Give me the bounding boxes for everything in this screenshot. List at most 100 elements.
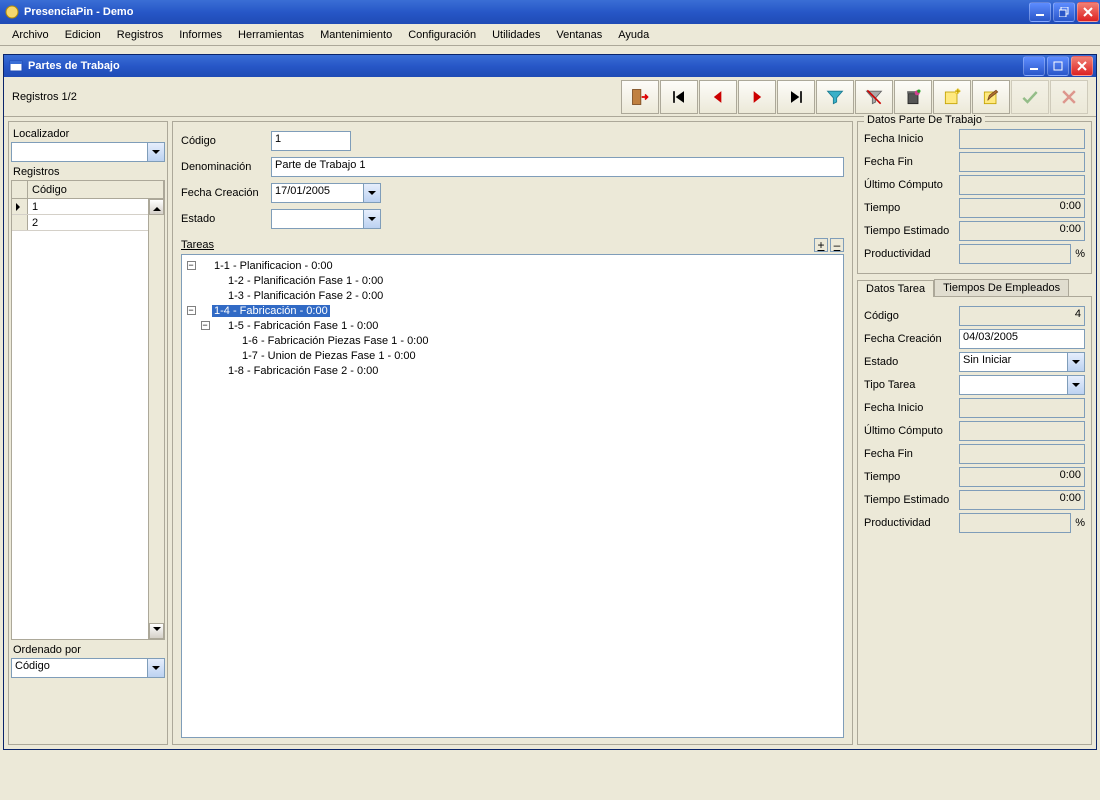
grid-row[interactable]: 1 [12, 199, 164, 215]
remove-task-button[interactable]: – [830, 238, 844, 252]
grid-row[interactable]: 2 [12, 215, 164, 231]
t-tiempo-label: Tiempo [864, 471, 959, 483]
pt-prod [959, 244, 1071, 264]
tasks-tree[interactable]: − 1-1 - Planificacion - 0:00 1-2 - Planifi… [181, 254, 844, 738]
menu-ayuda[interactable]: Ayuda [610, 27, 657, 43]
grid-scrollbar[interactable] [148, 199, 164, 639]
tree-node[interactable]: − 1-1 - Planificacion - 0:00 [184, 258, 841, 273]
tree-node[interactable]: 1-7 - Union de Piezas Fase 1 - 0:00 [184, 348, 841, 363]
t-codigo: 4 [959, 306, 1085, 326]
minimize-button[interactable] [1029, 2, 1051, 22]
estado-label: Estado [181, 213, 271, 225]
tree-node[interactable]: − 1-4 - Fabricación - 0:00 [184, 303, 841, 318]
scroll-down-icon[interactable] [149, 623, 164, 639]
menu-utilidades[interactable]: Utilidades [484, 27, 548, 43]
collapse-icon[interactable]: − [187, 261, 196, 270]
tree-node-label[interactable]: 1-3 - Planificación Fase 2 - 0:00 [226, 290, 385, 302]
add-task-button[interactable]: + [814, 238, 828, 252]
locator-combo[interactable] [11, 142, 165, 162]
tree-node-label[interactable]: 1-8 - Fabricación Fase 2 - 0:00 [226, 365, 380, 377]
tree-node-label[interactable]: 1-7 - Union de Piezas Fase 1 - 0:00 [240, 350, 418, 362]
t-tipo-combo[interactable] [959, 375, 1085, 395]
collapse-icon[interactable]: − [201, 321, 210, 330]
first-record-button[interactable] [660, 80, 698, 114]
mdi-title: Partes de Trabajo [28, 60, 120, 72]
pt-ultimo-label: Último Cómputo [864, 179, 959, 191]
mdi-minimize-button[interactable] [1023, 56, 1045, 76]
tree-node-label[interactable]: 1-2 - Planificación Fase 1 - 0:00 [226, 275, 385, 287]
tab-tiempos-empleados[interactable]: Tiempos De Empleados [934, 279, 1069, 296]
chevron-down-icon[interactable] [363, 184, 380, 202]
menu-edicion[interactable]: Edicion [57, 27, 109, 43]
tree-node-label[interactable]: 1-1 - Planificacion - 0:00 [212, 260, 335, 272]
last-record-button[interactable] [777, 80, 815, 114]
t-fecha-creacion-label: Fecha Creación [864, 333, 959, 345]
delete-button[interactable] [894, 80, 932, 114]
menu-archivo[interactable]: Archivo [4, 27, 57, 43]
new-button[interactable] [933, 80, 971, 114]
row-pointer-icon [16, 203, 24, 211]
prev-record-button[interactable] [699, 80, 737, 114]
tree-node[interactable]: 1-3 - Planificación Fase 2 - 0:00 [184, 288, 841, 303]
collapse-icon[interactable]: − [187, 306, 196, 315]
denominacion-label: Denominación [181, 161, 271, 173]
locator-label: Localizador [13, 128, 165, 140]
chevron-down-icon[interactable] [147, 143, 164, 161]
t-estado-label: Estado [864, 356, 959, 368]
pt-fecha-fin [959, 152, 1085, 172]
confirm-button [1011, 80, 1049, 114]
denominacion-input[interactable]: Parte de Trabajo 1 [271, 157, 844, 177]
menu-ventanas[interactable]: Ventanas [548, 27, 610, 43]
pt-prod-label: Productividad [864, 248, 959, 260]
mdi-icon [8, 58, 24, 74]
t-fecha-inicio [959, 398, 1085, 418]
t-tipo-label: Tipo Tarea [864, 379, 959, 391]
fecha-creacion-combo[interactable]: 17/01/2005 [271, 183, 381, 203]
registros-label: Registros [13, 166, 165, 178]
t-fecha-creacion[interactable]: 04/03/2005 [959, 329, 1085, 349]
restore-button[interactable] [1053, 2, 1075, 22]
grid-header-codigo[interactable]: Código [28, 181, 164, 198]
menu-configuracion[interactable]: Configuración [400, 27, 484, 43]
tree-node[interactable]: − 1-5 - Fabricación Fase 1 - 0:00 [184, 318, 841, 333]
scroll-up-icon[interactable] [149, 199, 164, 215]
chevron-down-icon[interactable] [1067, 376, 1084, 394]
filter-button[interactable] [816, 80, 854, 114]
menubar: Archivo Edicion Registros Informes Herra… [0, 24, 1100, 46]
close-button[interactable] [1077, 2, 1099, 22]
mdi-maximize-button[interactable] [1047, 56, 1069, 76]
menu-herramientas[interactable]: Herramientas [230, 27, 312, 43]
ordered-by-value[interactable]: Código [12, 659, 147, 677]
tree-node[interactable]: 1-2 - Planificación Fase 1 - 0:00 [184, 273, 841, 288]
tree-node[interactable]: 1-8 - Fabricación Fase 2 - 0:00 [184, 363, 841, 378]
percent-label: % [1071, 248, 1085, 260]
filter-off-button[interactable] [855, 80, 893, 114]
pt-tiempo-label: Tiempo [864, 202, 959, 214]
tree-node-label[interactable]: 1-4 - Fabricación - 0:00 [212, 305, 330, 317]
edit-button[interactable] [972, 80, 1010, 114]
menu-mantenimiento[interactable]: Mantenimiento [312, 27, 400, 43]
locator-value[interactable] [12, 143, 147, 161]
codigo-input[interactable]: 1 [271, 131, 351, 151]
t-estado-combo[interactable]: Sin Iniciar [959, 352, 1085, 372]
tree-node[interactable]: 1-6 - Fabricación Piezas Fase 1 - 0:00 [184, 333, 841, 348]
chevron-down-icon[interactable] [363, 210, 380, 228]
chevron-down-icon[interactable] [147, 659, 164, 677]
ordered-by-label: Ordenado por [13, 644, 165, 656]
next-record-button[interactable] [738, 80, 776, 114]
chevron-down-icon[interactable] [1067, 353, 1084, 371]
ordered-by-combo[interactable]: Código [11, 658, 165, 678]
exit-button[interactable] [621, 80, 659, 114]
tree-node-label[interactable]: 1-6 - Fabricación Piezas Fase 1 - 0:00 [240, 335, 430, 347]
t-ultimo-label: Último Cómputo [864, 425, 959, 437]
tab-datos-tarea[interactable]: Datos Tarea [857, 280, 934, 297]
tree-node-label[interactable]: 1-5 - Fabricación Fase 1 - 0:00 [226, 320, 380, 332]
mdi-window: Partes de Trabajo Registros 1/2 [3, 54, 1097, 750]
mdi-close-button[interactable] [1071, 56, 1093, 76]
records-grid[interactable]: Código 1 2 [11, 180, 165, 640]
menu-informes[interactable]: Informes [171, 27, 230, 43]
app-icon [4, 4, 20, 20]
menu-registros[interactable]: Registros [109, 27, 171, 43]
estado-combo[interactable] [271, 209, 381, 229]
datos-tarea-panel: Código4 Fecha Creación04/03/2005 Estado … [857, 296, 1092, 745]
